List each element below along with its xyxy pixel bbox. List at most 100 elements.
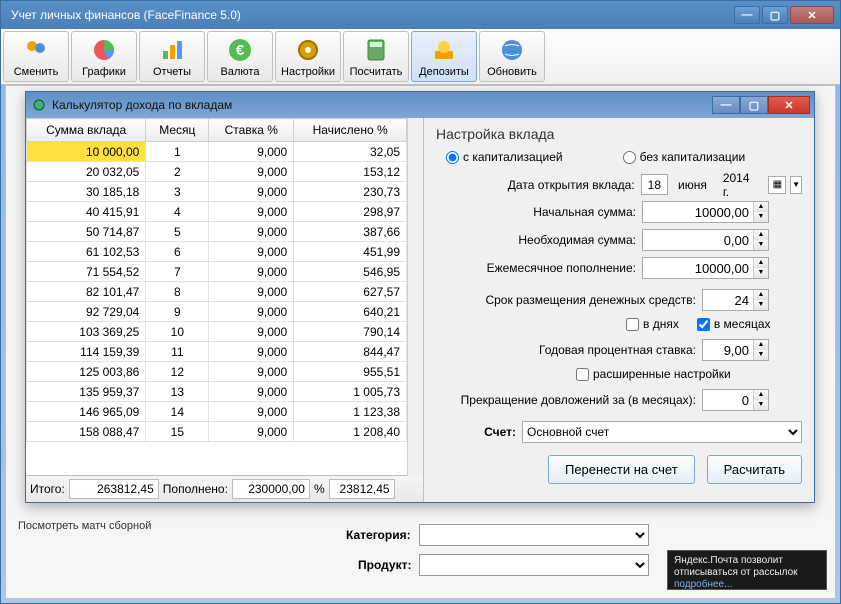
dialog-minimize-button[interactable]: — [712,96,740,114]
table-row[interactable]: 10 000,0019,00032,05 [27,142,407,162]
table-row[interactable]: 40 415,9149,000298,97 [27,202,407,222]
column-header[interactable]: Месяц [146,119,209,142]
table-cell: 9,000 [209,362,294,382]
table-row[interactable]: 146 965,09149,0001 123,38 [27,402,407,422]
toolbar-chart-pie[interactable]: Графики [71,31,137,82]
spin-down[interactable]: ▼ [754,268,768,278]
table-cell: 10 000,00 [27,142,146,162]
initial-sum-input[interactable]: ▲▼ [642,201,769,223]
toolbar-euro[interactable]: €Валюта [207,31,273,82]
spin-up[interactable]: ▲ [754,290,768,300]
toolbar-gear[interactable]: Настройки [275,31,341,82]
radio-no-capitalization[interactable]: без капитализации [623,150,746,164]
table-cell: 1 123,38 [294,402,407,422]
spin-up[interactable]: ▲ [754,258,768,268]
globe-refresh-icon [498,36,526,64]
initial-sum-field[interactable] [643,205,753,220]
date-day[interactable]: 18 [641,174,668,195]
table-cell: 125 003,86 [27,362,146,382]
table-cell: 9,000 [209,202,294,222]
initial-sum-label: Начальная сумма: [436,205,636,219]
date-picker[interactable]: 18 июня 2014 г. ▦ ▼ [641,174,802,195]
spin-down[interactable]: ▼ [754,240,768,250]
required-sum-field[interactable] [643,233,753,248]
term-field[interactable] [703,293,753,308]
total-label: Итого: [30,482,65,496]
toolbar-chart-bar[interactable]: Отчеты [139,31,205,82]
checkbox-extended[interactable]: расширенные настройки [576,367,731,381]
table-row[interactable]: 71 554,5279,000546,95 [27,262,407,282]
users-icon [22,36,50,64]
column-header[interactable]: Начислено % [294,119,407,142]
vertical-scrollbar[interactable] [407,118,423,476]
table-row[interactable]: 92 729,0499,000640,21 [27,302,407,322]
category-select[interactable] [419,524,649,546]
date-month[interactable]: июня [672,174,713,195]
product-select[interactable] [419,554,649,576]
table-row[interactable]: 50 714,8759,000387,66 [27,222,407,242]
date-dropdown-icon[interactable]: ▼ [790,176,802,194]
toolbar-users[interactable]: Сменить [3,31,69,82]
table-row[interactable]: 135 959,37139,0001 005,73 [27,382,407,402]
table-row[interactable]: 82 101,4789,000627,57 [27,282,407,302]
table-row[interactable]: 61 102,5369,000451,99 [27,242,407,262]
table-row[interactable]: 20 032,0529,000153,12 [27,162,407,182]
table-cell: 1 005,73 [294,382,407,402]
toolbar-deposit[interactable]: Депозиты [411,31,477,82]
dialog-close-button[interactable]: ✕ [768,96,810,114]
calculate-button[interactable]: Расчитать [707,455,802,484]
toolbar-calculator[interactable]: Посчитать [343,31,409,82]
dialog-maximize-button[interactable]: ▢ [740,96,768,114]
required-sum-input[interactable]: ▲▼ [642,229,769,251]
product-row: Продукт: [358,554,649,576]
spin-up[interactable]: ▲ [754,340,768,350]
checkbox-months[interactable]: в месяцах [697,317,771,331]
column-header[interactable]: Ставка % [209,119,294,142]
spin-down[interactable]: ▼ [754,350,768,360]
radio-nocap-input[interactable] [623,151,636,164]
monthly-replenish-input[interactable]: ▲▼ [642,257,769,279]
transfer-button[interactable]: Перенести на счет [548,455,695,484]
date-year[interactable]: 2014 г. [717,174,765,195]
table-cell: 114 159,39 [27,342,146,362]
toolbar-globe-refresh[interactable]: Обновить [479,31,545,82]
notif-more-link[interactable]: подробнее... [674,579,820,591]
notification-toast[interactable]: Яндекс.Почта позволит отписываться от ра… [667,550,827,590]
table-cell: 9,000 [209,382,294,402]
radio-capitalization[interactable]: с капитализацией [446,150,563,164]
spin-down[interactable]: ▼ [754,300,768,310]
spin-up[interactable]: ▲ [754,390,768,400]
table-row[interactable]: 103 369,25109,000790,14 [27,322,407,342]
stop-field[interactable] [703,393,753,408]
table-row[interactable]: 30 185,1839,000230,73 [27,182,407,202]
table-cell: 103 369,25 [27,322,146,342]
table-row[interactable]: 114 159,39119,000844,47 [27,342,407,362]
dialog-icon [30,98,48,112]
table-row[interactable]: 125 003,86129,000955,51 [27,362,407,382]
spin-up[interactable]: ▲ [754,230,768,240]
term-input[interactable]: ▲▼ [702,289,769,311]
results-table-wrap[interactable]: Сумма вкладаМесяцСтавка %Начислено % 10 … [26,118,407,476]
table-cell: 71 554,52 [27,262,146,282]
rate-field[interactable] [703,343,753,358]
table-row[interactable]: 158 088,47159,0001 208,40 [27,422,407,442]
main-titlebar: Учет личных финансов (FaceFinance 5.0) —… [1,1,840,29]
maximize-button[interactable]: ▢ [762,6,788,24]
table-cell: 9,000 [209,342,294,362]
checkbox-days[interactable]: в днях [626,317,679,331]
account-select[interactable]: Основной счет [522,421,802,443]
main-title: Учет личных финансов (FaceFinance 5.0) [7,8,734,22]
radio-cap-input[interactable] [446,151,459,164]
rate-input[interactable]: ▲▼ [702,339,769,361]
spin-up[interactable]: ▲ [754,202,768,212]
stop-input[interactable]: ▲▼ [702,389,769,411]
dialog-window-controls: — ▢ ✕ [712,96,810,114]
minimize-button[interactable]: — [734,6,760,24]
column-header[interactable]: Сумма вклада [27,119,146,142]
table-cell: 9,000 [209,142,294,162]
monthly-replenish-field[interactable] [643,261,753,276]
spin-down[interactable]: ▼ [754,212,768,222]
spin-down[interactable]: ▼ [754,400,768,410]
close-button[interactable]: ✕ [790,6,834,24]
calendar-icon[interactable]: ▦ [768,176,786,194]
